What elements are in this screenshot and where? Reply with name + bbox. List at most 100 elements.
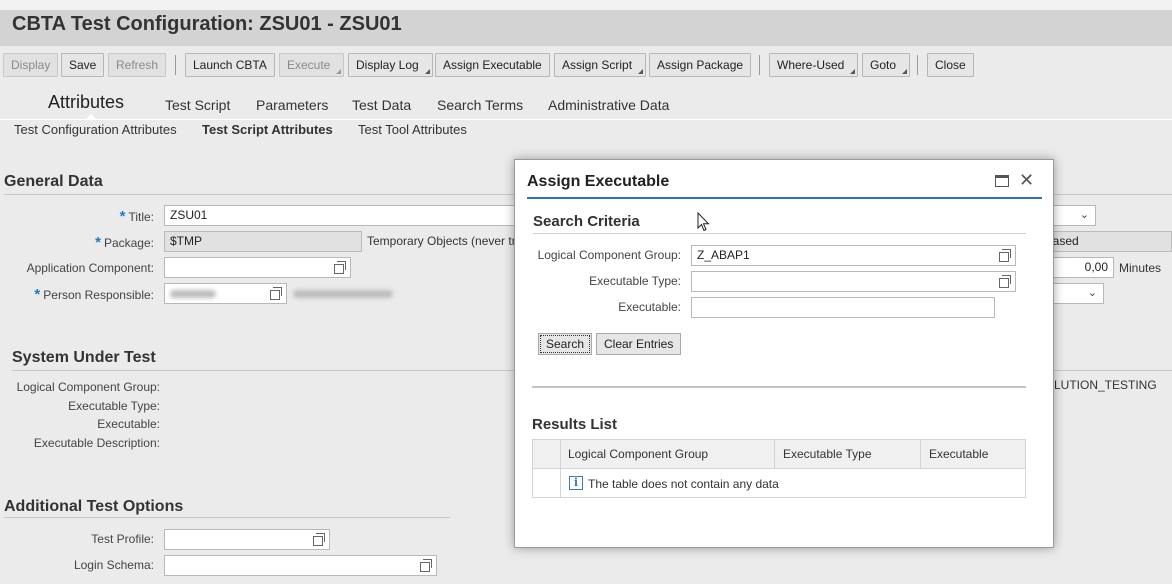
selected-tab-indicator bbox=[86, 114, 96, 119]
subtab-test-configuration-attributes[interactable]: Test Configuration Attributes bbox=[14, 122, 177, 137]
value-help-icon[interactable] bbox=[270, 287, 282, 300]
page-title: CBTA Test Configuration: ZSU01 - ZSU01 bbox=[12, 13, 402, 35]
results-table-header: Logical Component Group Executable Type … bbox=[533, 440, 1025, 469]
section-divider bbox=[4, 517, 450, 518]
tab-search-terms[interactable]: Search Terms bbox=[437, 97, 523, 113]
display-log-label: Display Log bbox=[356, 58, 419, 72]
toolbar-separator bbox=[759, 55, 760, 75]
sut-executable-description-label: Executable Description: bbox=[33, 436, 160, 450]
system-under-test-heading: System Under Test bbox=[12, 349, 156, 366]
where-used-button[interactable]: Where-Used bbox=[769, 53, 859, 77]
where-used-label: Where-Used bbox=[777, 58, 845, 72]
required-icon: * bbox=[34, 286, 41, 303]
subtab-test-script-attributes[interactable]: Test Script Attributes bbox=[202, 122, 333, 137]
required-icon: * bbox=[119, 208, 126, 225]
column-executable[interactable]: Executable bbox=[929, 447, 988, 461]
logical-component-group-field[interactable]: Z_ABAP1 bbox=[691, 245, 1016, 266]
subtab-test-tool-attributes[interactable]: Test Tool Attributes bbox=[358, 122, 467, 137]
display-button[interactable]: Display bbox=[3, 53, 59, 77]
execute-button[interactable]: Execute bbox=[279, 53, 345, 77]
section-divider bbox=[533, 233, 1026, 234]
assign-executable-dialog: Assign Executable ✕ Search Criteria Logi… bbox=[514, 159, 1054, 548]
executable-type-label: Executable Type: bbox=[589, 274, 681, 288]
additional-test-options-heading: Additional Test Options bbox=[4, 498, 184, 515]
display-log-button[interactable]: Display Log bbox=[348, 53, 433, 77]
executable-field[interactable] bbox=[691, 297, 995, 318]
value-help-icon[interactable] bbox=[334, 261, 346, 274]
goto-button[interactable]: Goto bbox=[862, 53, 911, 77]
section-divider bbox=[532, 386, 1026, 388]
login-schema-label: Login Schema: bbox=[73, 558, 154, 572]
value-help-icon[interactable] bbox=[420, 559, 432, 572]
dropdown-indicator-icon bbox=[902, 69, 908, 74]
test-profile-field[interactable] bbox=[164, 529, 330, 550]
title-field[interactable]: ZSU01 bbox=[164, 205, 524, 226]
person-responsible-label: * Person Responsible: bbox=[34, 286, 154, 303]
refresh-button[interactable]: Refresh bbox=[108, 53, 167, 77]
sut-logical-component-group-label: Logical Component Group: bbox=[16, 380, 160, 394]
value-help-icon[interactable] bbox=[999, 249, 1011, 262]
dropdown-indicator-icon bbox=[424, 69, 430, 74]
person-responsible-label-text: Person Responsible: bbox=[43, 288, 154, 302]
title-label-text: Title: bbox=[128, 210, 154, 224]
column-logical-component-group[interactable]: Logical Component Group bbox=[568, 447, 708, 461]
tab-attributes[interactable]: Attributes bbox=[48, 92, 124, 113]
test-profile-label: Test Profile: bbox=[91, 532, 154, 546]
search-button[interactable]: Search bbox=[538, 333, 593, 355]
maximize-icon[interactable] bbox=[995, 175, 1009, 187]
duration-unit: Minutes bbox=[1119, 261, 1162, 275]
column-divider bbox=[920, 440, 921, 469]
person-responsible-field[interactable] bbox=[164, 283, 287, 304]
results-table: Logical Component Group Executable Type … bbox=[532, 439, 1026, 498]
sut-executable-label: Executable: bbox=[97, 417, 160, 431]
chevron-down-icon: ⌄ bbox=[1079, 209, 1089, 221]
launch-cbta-button[interactable]: Launch CBTA bbox=[185, 53, 275, 77]
dropdown-indicator-icon bbox=[850, 69, 856, 74]
assign-executable-button[interactable]: Assign Executable bbox=[435, 53, 550, 77]
clear-entries-button[interactable]: Clear Entries bbox=[596, 333, 682, 355]
execute-label: Execute bbox=[287, 58, 331, 72]
tab-test-script[interactable]: Test Script bbox=[165, 97, 230, 113]
lcg-label: Logical Component Group: bbox=[537, 248, 681, 262]
title-label: * Title: bbox=[120, 208, 154, 225]
search-criteria-heading: Search Criteria bbox=[533, 213, 640, 230]
application-component-label: Application Component: bbox=[26, 261, 154, 275]
assign-package-button[interactable]: Assign Package bbox=[649, 53, 752, 77]
close-icon[interactable]: ✕ bbox=[1019, 170, 1034, 190]
executable-label: Executable: bbox=[618, 300, 681, 314]
application-component-field[interactable] bbox=[164, 257, 351, 278]
tab-parameters[interactable]: Parameters bbox=[256, 97, 328, 113]
close-button[interactable]: Close bbox=[927, 53, 974, 77]
chevron-down-icon: ⌄ bbox=[1087, 287, 1097, 299]
sut-value-fragment: LUTION_TESTING bbox=[1054, 378, 1157, 392]
tab-administrative-data[interactable]: Administrative Data bbox=[548, 97, 669, 113]
column-executable-type[interactable]: Executable Type bbox=[783, 447, 872, 461]
general-data-heading: General Data bbox=[4, 173, 103, 190]
value-help-icon[interactable] bbox=[999, 275, 1011, 288]
tabs-divider bbox=[0, 119, 1172, 120]
goto-label: Goto bbox=[870, 58, 897, 72]
toolbar: Display Save Refresh Launch CBTA Execute… bbox=[0, 53, 1172, 79]
row-selector-column-divider bbox=[560, 440, 561, 497]
package-label-text: Package: bbox=[103, 236, 154, 250]
tab-test-data[interactable]: Test Data bbox=[352, 97, 411, 113]
empty-table-message: The table does not contain any data bbox=[588, 477, 779, 491]
dialog-header-line bbox=[527, 197, 1042, 199]
value-help-icon[interactable] bbox=[313, 533, 325, 546]
save-button[interactable]: Save bbox=[61, 53, 105, 77]
package-description: Temporary Objects (never tr bbox=[367, 234, 516, 248]
redacted-value bbox=[170, 290, 216, 298]
required-icon: * bbox=[95, 234, 101, 251]
dropdown-indicator-icon bbox=[638, 69, 644, 74]
assign-script-button[interactable]: Assign Script bbox=[554, 53, 647, 77]
dropdown-indicator-icon bbox=[336, 69, 342, 74]
info-icon: i bbox=[569, 476, 583, 490]
column-divider bbox=[774, 440, 775, 469]
package-field[interactable]: $TMP bbox=[164, 231, 362, 252]
toolbar-separator bbox=[917, 55, 918, 75]
login-schema-field[interactable] bbox=[164, 555, 437, 576]
dialog-title: Assign Executable bbox=[527, 173, 670, 190]
sut-executable-type-label: Executable Type: bbox=[68, 399, 160, 413]
toolbar-separator bbox=[175, 55, 176, 75]
executable-type-field[interactable] bbox=[691, 271, 1016, 292]
